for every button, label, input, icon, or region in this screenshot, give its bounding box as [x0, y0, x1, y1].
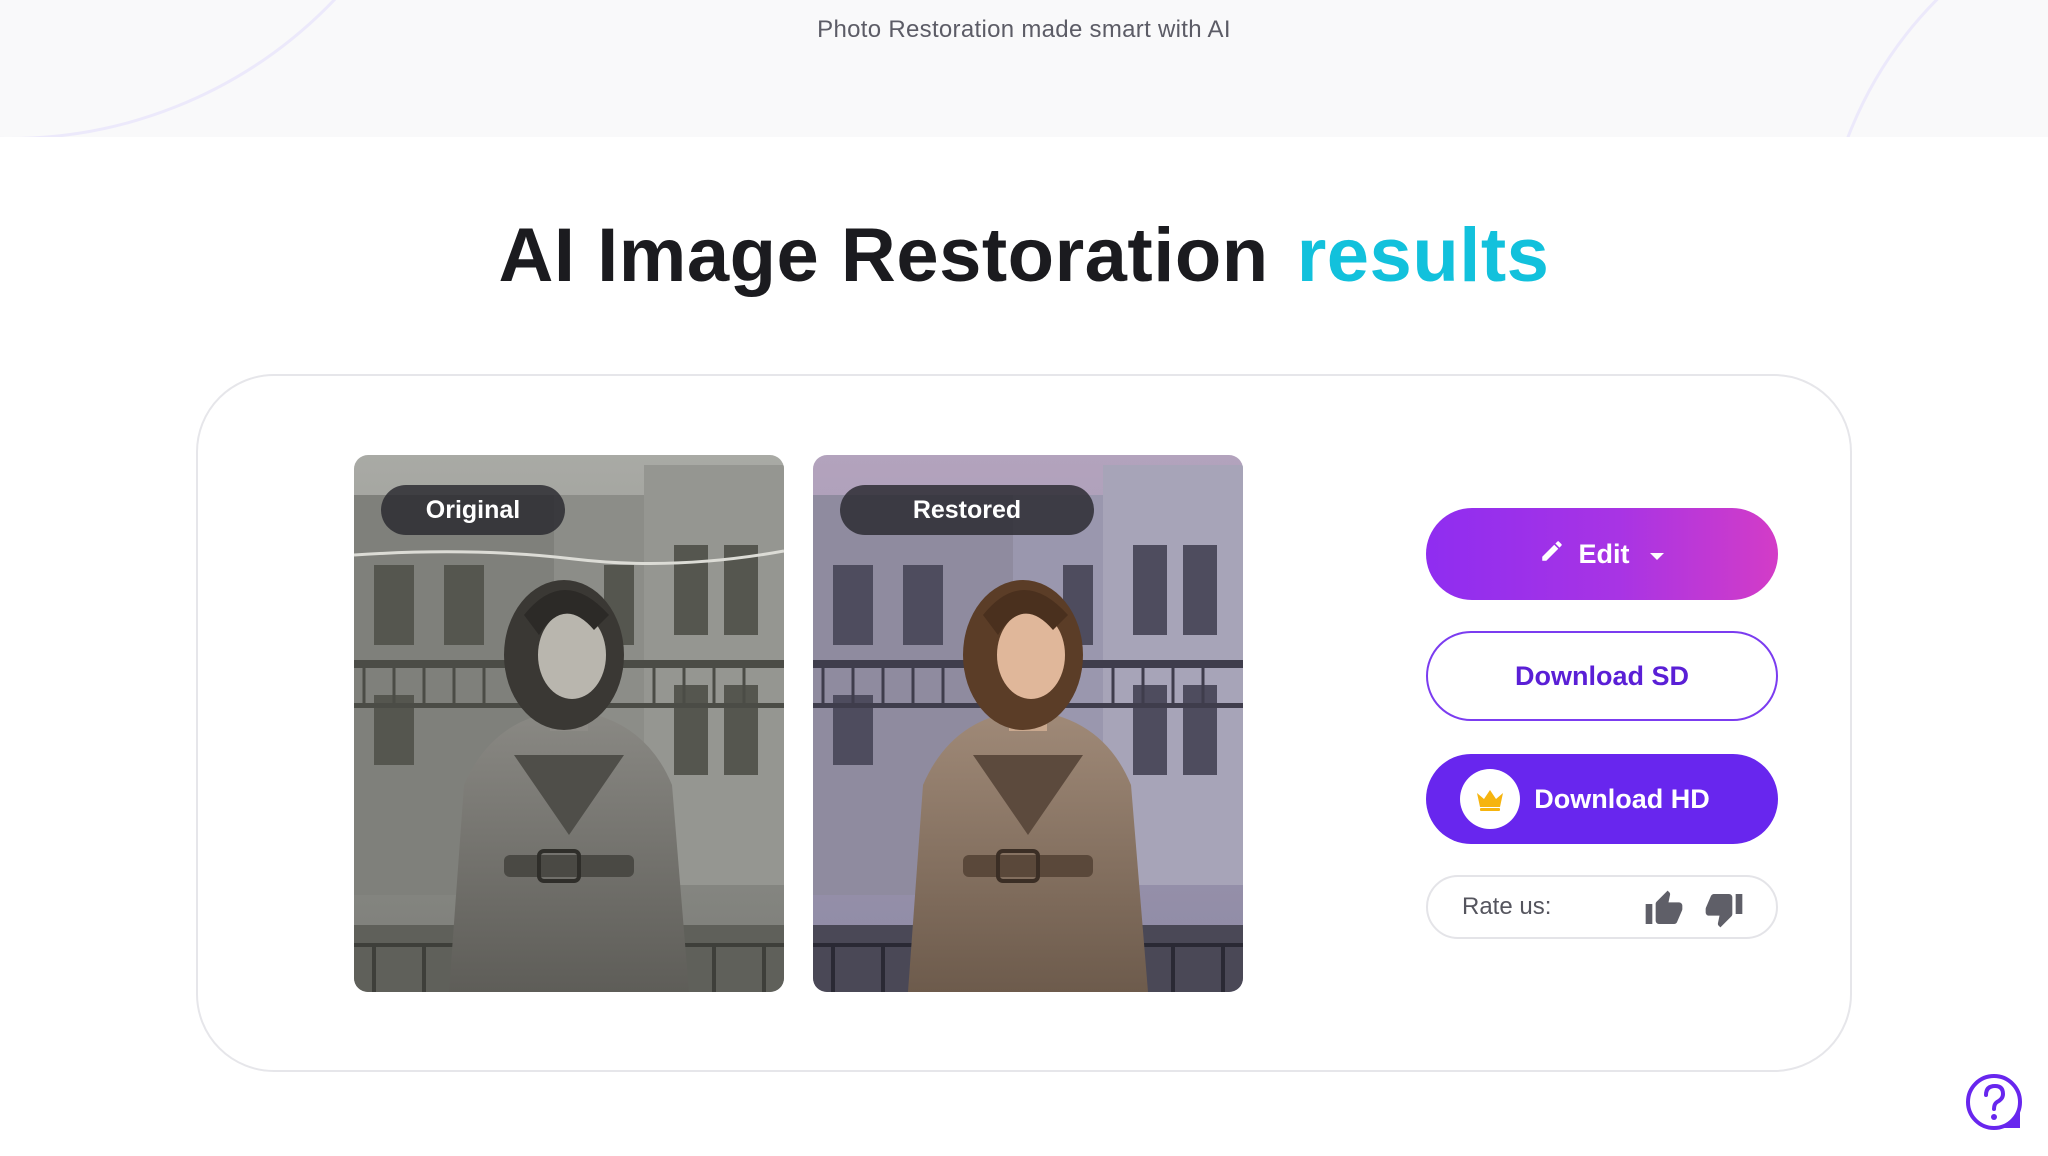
restored-label: Restored [840, 485, 1094, 535]
edit-button[interactable]: Edit [1426, 508, 1778, 600]
restored-photo: Restored [813, 455, 1243, 992]
help-button[interactable] [1964, 1072, 2026, 1134]
crown-icon [1460, 769, 1521, 829]
rating-label: Rate us: [1462, 893, 1552, 920]
original-label: Original [381, 485, 565, 535]
help-icon [1966, 1074, 2022, 1130]
page: Photo Restoration made smart with AI AI … [0, 0, 2048, 1156]
page-title-accent: results [1296, 213, 1550, 298]
download-hd-label: Download HD [1534, 783, 1710, 814]
caret-down-icon[interactable] [1648, 539, 1666, 570]
thumbs-down-icon[interactable] [1704, 889, 1744, 929]
page-title-main: AI Image Restoration [498, 213, 1269, 298]
top-banner: Photo Restoration made smart with AI [0, 0, 2048, 137]
tagline: Photo Restoration made smart with AI [817, 16, 1231, 43]
original-photo: Original [354, 455, 784, 992]
thumbs-up-icon[interactable] [1644, 889, 1684, 929]
download-sd-label: Download SD [1515, 660, 1689, 691]
page-title: AI Image Restoration results [0, 212, 2048, 299]
original-photo-image [354, 455, 784, 992]
restored-photo-image [813, 455, 1243, 992]
download-hd-button[interactable]: Download HD [1426, 754, 1778, 844]
pencil-icon [1539, 538, 1565, 571]
rating-box: Rate us: [1426, 875, 1778, 939]
download-sd-button[interactable]: Download SD [1426, 631, 1778, 721]
edit-button-label: Edit [1578, 538, 1630, 569]
